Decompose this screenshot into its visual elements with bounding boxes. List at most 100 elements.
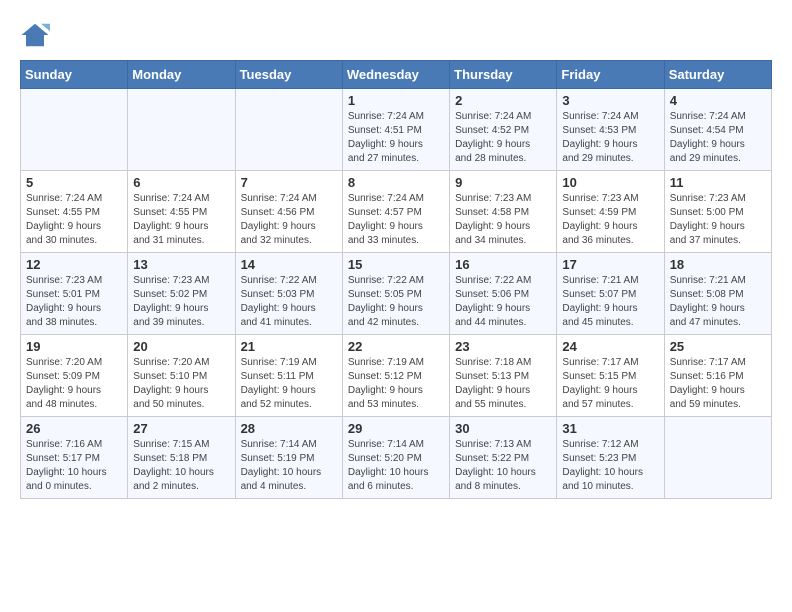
calendar-cell: 7 Sunrise: 7:24 AMSunset: 4:56 PMDaylight…: [235, 171, 342, 253]
day-info: Sunrise: 7:21 AMSunset: 5:07 PMDaylight:…: [562, 274, 658, 330]
day-number: 3: [562, 93, 658, 108]
calendar-cell: 1 Sunrise: 7:24 AMSunset: 4:51 PMDaylight…: [342, 89, 449, 171]
day-info: Sunrise: 7:24 AMSunset: 4:54 PMDaylight:…: [670, 110, 766, 166]
day-number: 9: [455, 175, 551, 190]
day-number: 30: [455, 421, 551, 436]
weekday-header-friday: Friday: [557, 61, 664, 89]
weekday-header-row: SundayMondayTuesdayWednesdayThursdayFrid…: [21, 61, 772, 89]
day-info: Sunrise: 7:14 AMSunset: 5:19 PMDaylight:…: [241, 438, 337, 494]
calendar-cell: [128, 89, 235, 171]
day-number: 28: [241, 421, 337, 436]
day-info: Sunrise: 7:22 AMSunset: 5:05 PMDaylight:…: [348, 274, 444, 330]
day-info: Sunrise: 7:18 AMSunset: 5:13 PMDaylight:…: [455, 356, 551, 412]
day-number: 20: [133, 339, 229, 354]
day-number: 1: [348, 93, 444, 108]
day-info: Sunrise: 7:21 AMSunset: 5:08 PMDaylight:…: [670, 274, 766, 330]
day-info: Sunrise: 7:20 AMSunset: 5:09 PMDaylight:…: [26, 356, 122, 412]
day-info: Sunrise: 7:17 AMSunset: 5:15 PMDaylight:…: [562, 356, 658, 412]
calendar-table: SundayMondayTuesdayWednesdayThursdayFrid…: [20, 60, 772, 499]
day-info: Sunrise: 7:13 AMSunset: 5:22 PMDaylight:…: [455, 438, 551, 494]
day-number: 29: [348, 421, 444, 436]
calendar-cell: 3 Sunrise: 7:24 AMSunset: 4:53 PMDaylight…: [557, 89, 664, 171]
day-number: 23: [455, 339, 551, 354]
day-info: Sunrise: 7:23 AMSunset: 5:02 PMDaylight:…: [133, 274, 229, 330]
day-info: Sunrise: 7:24 AMSunset: 4:53 PMDaylight:…: [562, 110, 658, 166]
calendar-cell: 16 Sunrise: 7:22 AMSunset: 5:06 PMDayligh…: [450, 253, 557, 335]
calendar-cell: 10 Sunrise: 7:23 AMSunset: 4:59 PMDayligh…: [557, 171, 664, 253]
day-number: 8: [348, 175, 444, 190]
day-info: Sunrise: 7:24 AMSunset: 4:51 PMDaylight:…: [348, 110, 444, 166]
day-info: Sunrise: 7:19 AMSunset: 5:11 PMDaylight:…: [241, 356, 337, 412]
day-info: Sunrise: 7:14 AMSunset: 5:20 PMDaylight:…: [348, 438, 444, 494]
day-number: 16: [455, 257, 551, 272]
day-number: 7: [241, 175, 337, 190]
day-info: Sunrise: 7:23 AMSunset: 4:58 PMDaylight:…: [455, 192, 551, 248]
day-number: 26: [26, 421, 122, 436]
weekday-header-thursday: Thursday: [450, 61, 557, 89]
day-info: Sunrise: 7:23 AMSunset: 5:01 PMDaylight:…: [26, 274, 122, 330]
day-number: 18: [670, 257, 766, 272]
calendar-cell: 11 Sunrise: 7:23 AMSunset: 5:00 PMDayligh…: [664, 171, 771, 253]
day-info: Sunrise: 7:22 AMSunset: 5:06 PMDaylight:…: [455, 274, 551, 330]
day-info: Sunrise: 7:19 AMSunset: 5:12 PMDaylight:…: [348, 356, 444, 412]
calendar-cell: 12 Sunrise: 7:23 AMSunset: 5:01 PMDayligh…: [21, 253, 128, 335]
day-number: 17: [562, 257, 658, 272]
week-row-3: 12 Sunrise: 7:23 AMSunset: 5:01 PMDayligh…: [21, 253, 772, 335]
day-info: Sunrise: 7:24 AMSunset: 4:55 PMDaylight:…: [133, 192, 229, 248]
calendar-cell: 18 Sunrise: 7:21 AMSunset: 5:08 PMDayligh…: [664, 253, 771, 335]
calendar-cell: 19Sunrise: 7:20 AMSunset: 5:09 PMDayligh…: [21, 335, 128, 417]
day-info: Sunrise: 7:22 AMSunset: 5:03 PMDaylight:…: [241, 274, 337, 330]
day-info: Sunrise: 7:15 AMSunset: 5:18 PMDaylight:…: [133, 438, 229, 494]
day-number: 31: [562, 421, 658, 436]
day-number: 6: [133, 175, 229, 190]
day-number: 25: [670, 339, 766, 354]
calendar-cell: 13 Sunrise: 7:23 AMSunset: 5:02 PMDayligh…: [128, 253, 235, 335]
calendar-cell: 25 Sunrise: 7:17 AMSunset: 5:16 PMDayligh…: [664, 335, 771, 417]
day-number: 27: [133, 421, 229, 436]
calendar-cell: 31Sunrise: 7:12 AMSunset: 5:23 PMDayligh…: [557, 417, 664, 499]
calendar-cell: [235, 89, 342, 171]
calendar-cell: 20 Sunrise: 7:20 AMSunset: 5:10 PMDayligh…: [128, 335, 235, 417]
day-number: 15: [348, 257, 444, 272]
day-number: 14: [241, 257, 337, 272]
weekday-header-monday: Monday: [128, 61, 235, 89]
day-number: 10: [562, 175, 658, 190]
calendar-cell: 15 Sunrise: 7:22 AMSunset: 5:05 PMDayligh…: [342, 253, 449, 335]
calendar-cell: 4 Sunrise: 7:24 AMSunset: 4:54 PMDaylight…: [664, 89, 771, 171]
calendar-cell: 23 Sunrise: 7:18 AMSunset: 5:13 PMDayligh…: [450, 335, 557, 417]
week-row-1: 1 Sunrise: 7:24 AMSunset: 4:51 PMDaylight…: [21, 89, 772, 171]
day-info: Sunrise: 7:16 AMSunset: 5:17 PMDaylight:…: [26, 438, 122, 494]
week-row-2: 5 Sunrise: 7:24 AMSunset: 4:55 PMDaylight…: [21, 171, 772, 253]
day-info: Sunrise: 7:23 AMSunset: 5:00 PMDaylight:…: [670, 192, 766, 248]
week-row-4: 19Sunrise: 7:20 AMSunset: 5:09 PMDayligh…: [21, 335, 772, 417]
day-number: 24: [562, 339, 658, 354]
calendar-cell: 6 Sunrise: 7:24 AMSunset: 4:55 PMDaylight…: [128, 171, 235, 253]
day-number: 4: [670, 93, 766, 108]
calendar-cell: 5 Sunrise: 7:24 AMSunset: 4:55 PMDaylight…: [21, 171, 128, 253]
day-number: 11: [670, 175, 766, 190]
day-number: 12: [26, 257, 122, 272]
calendar-cell: 24 Sunrise: 7:17 AMSunset: 5:15 PMDayligh…: [557, 335, 664, 417]
day-info: Sunrise: 7:17 AMSunset: 5:16 PMDaylight:…: [670, 356, 766, 412]
calendar-cell: [21, 89, 128, 171]
calendar-cell: 30 Sunrise: 7:13 AMSunset: 5:22 PMDayligh…: [450, 417, 557, 499]
calendar-cell: 27 Sunrise: 7:15 AMSunset: 5:18 PMDayligh…: [128, 417, 235, 499]
logo: [20, 20, 56, 50]
calendar-cell: 21 Sunrise: 7:19 AMSunset: 5:11 PMDayligh…: [235, 335, 342, 417]
day-info: Sunrise: 7:20 AMSunset: 5:10 PMDaylight:…: [133, 356, 229, 412]
day-info: Sunrise: 7:23 AMSunset: 4:59 PMDaylight:…: [562, 192, 658, 248]
calendar-cell: 29 Sunrise: 7:14 AMSunset: 5:20 PMDayligh…: [342, 417, 449, 499]
day-number: 5: [26, 175, 122, 190]
calendar-cell: 2Sunrise: 7:24 AMSunset: 4:52 PMDaylight…: [450, 89, 557, 171]
day-info: Sunrise: 7:24 AMSunset: 4:56 PMDaylight:…: [241, 192, 337, 248]
calendar-cell: 22 Sunrise: 7:19 AMSunset: 5:12 PMDayligh…: [342, 335, 449, 417]
day-number: 13: [133, 257, 229, 272]
day-info: Sunrise: 7:24 AMSunset: 4:52 PMDaylight:…: [455, 110, 551, 166]
day-number: 22: [348, 339, 444, 354]
calendar-cell: 8Sunrise: 7:24 AMSunset: 4:57 PMDaylight…: [342, 171, 449, 253]
weekday-header-tuesday: Tuesday: [235, 61, 342, 89]
weekday-header-sunday: Sunday: [21, 61, 128, 89]
page-header: [20, 20, 772, 50]
day-info: Sunrise: 7:24 AMSunset: 4:55 PMDaylight:…: [26, 192, 122, 248]
day-number: 21: [241, 339, 337, 354]
